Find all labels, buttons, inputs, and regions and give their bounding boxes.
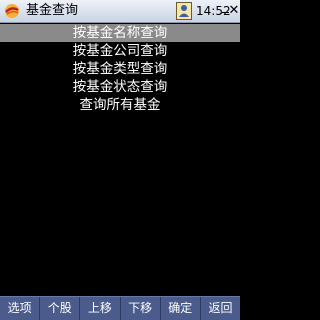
options-button[interactable]: 选项 xyxy=(0,297,41,320)
menu-item-query-by-company[interactable]: 按基金公司查询 xyxy=(0,42,240,60)
title-bar: 基金查询 14:52 ✕ xyxy=(0,0,240,23)
menu-item-query-by-status[interactable]: 按基金状态查询 xyxy=(0,78,240,96)
phone-screen: 基金查询 14:52 ✕ 按基金名称查询 按基金公司查询 按基金类型查询 按基金… xyxy=(0,0,240,320)
move-down-button[interactable]: 下移 xyxy=(121,297,161,320)
query-menu: 按基金名称查询 按基金公司查询 按基金类型查询 按基金状态查询 查询所有基金 xyxy=(0,24,240,114)
app-logo-icon xyxy=(5,4,19,18)
app-title: 基金查询 xyxy=(26,3,79,18)
menu-item-label: 按基金名称查询 xyxy=(72,25,168,41)
menu-item-label: 按基金状态查询 xyxy=(72,79,168,95)
menu-item-label: 查询所有基金 xyxy=(79,97,161,113)
close-icon[interactable]: ✕ xyxy=(228,2,240,20)
stocks-button[interactable]: 个股 xyxy=(40,297,81,320)
menu-item-query-by-type[interactable]: 按基金类型查询 xyxy=(0,60,240,78)
softkey-bar: 选项 个股 上移 下移 确定 返回 xyxy=(0,296,240,320)
contact-card-icon[interactable] xyxy=(176,2,192,20)
back-button[interactable]: 返回 xyxy=(201,297,240,320)
move-up-button[interactable]: 上移 xyxy=(80,297,121,320)
menu-item-label: 按基金类型查询 xyxy=(72,61,168,77)
menu-item-label: 按基金公司查询 xyxy=(72,43,168,59)
menu-item-query-by-name[interactable]: 按基金名称查询 xyxy=(0,24,240,42)
menu-item-query-all[interactable]: 查询所有基金 xyxy=(0,96,240,114)
confirm-button[interactable]: 确定 xyxy=(161,297,201,320)
